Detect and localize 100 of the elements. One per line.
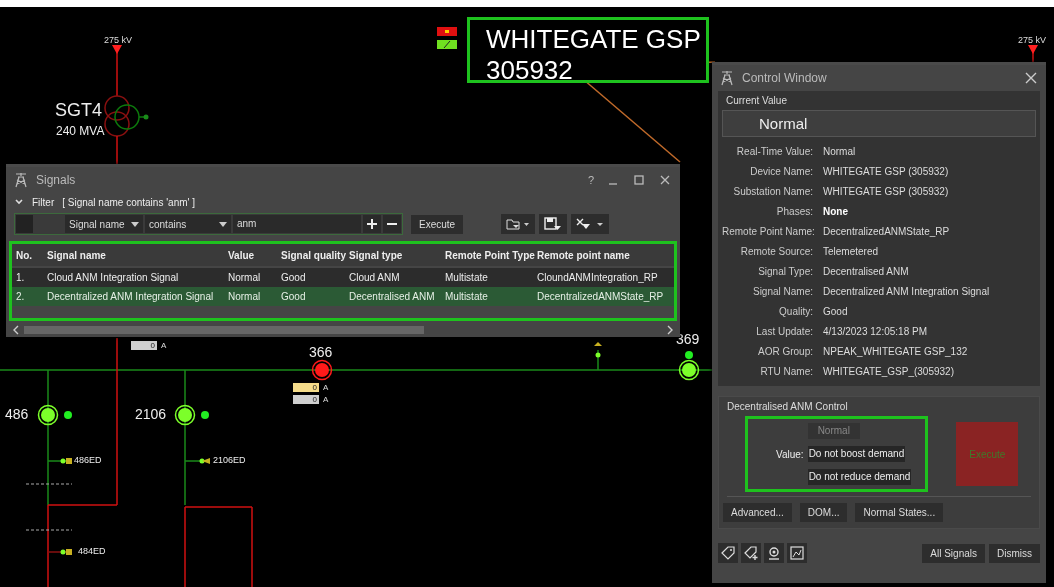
field-value: Telemetered <box>823 246 880 259</box>
column-header[interactable]: Signal name <box>43 249 224 261</box>
save-icon <box>544 217 563 231</box>
folder-filter-icon <box>506 217 531 231</box>
execute-button[interactable]: Execute <box>411 214 464 234</box>
column-header[interactable]: Signal type <box>345 249 441 261</box>
filter-value-field[interactable]: anm <box>233 215 361 233</box>
table-cell-text: CloundANMIntegration_RP <box>536 272 659 283</box>
add-condition-button[interactable] <box>363 215 381 233</box>
table-cell-text: Multistate <box>444 291 489 302</box>
plus-icon <box>367 219 377 229</box>
field-value: DecentralizedANMState_RP <box>823 226 951 239</box>
caret-icon <box>219 221 227 227</box>
field-label: Signal Name: <box>751 286 813 299</box>
field-label: Device Name: <box>749 166 813 179</box>
substation-number: 305932 <box>486 55 574 86</box>
breaker-label: 486 <box>5 406 29 422</box>
action-button[interactable]: DOM... <box>799 503 848 522</box>
tag-add-button[interactable] <box>741 543 761 563</box>
action-button[interactable]: Normal States... <box>855 503 944 522</box>
section-label: Decentralised ANM Control <box>726 400 849 414</box>
status-dot-icon <box>685 351 693 359</box>
feeder-label: 2106ED <box>213 455 246 465</box>
chart-button[interactable] <box>787 543 807 563</box>
clear-filter-button[interactable] <box>571 214 610 234</box>
scroll-right-icon[interactable] <box>666 325 674 335</box>
remove-condition-button[interactable] <box>383 215 401 233</box>
meter-indicator-icon <box>437 40 457 49</box>
action-button[interactable]: Advanced... <box>723 503 792 522</box>
operator-dropdown[interactable]: contains <box>145 215 231 233</box>
column-header[interactable]: No. <box>12 249 43 261</box>
field-label: Phases: <box>775 206 813 219</box>
maximize-icon[interactable] <box>632 173 646 187</box>
voltage-label: 275 kV <box>104 35 133 45</box>
field-value: Decentralized ANM Integration Signal <box>823 286 991 299</box>
field-dropdown[interactable]: Signal name <box>65 215 143 233</box>
status-dot-icon <box>201 411 209 419</box>
tower-icon <box>720 70 734 86</box>
condition-checkbox[interactable] <box>16 215 33 233</box>
field-value: Normal <box>823 146 857 159</box>
table-cell-text: Decentralised ANM <box>348 291 436 302</box>
column-header[interactable]: Signal quality <box>277 249 345 261</box>
tag-add-icon <box>743 545 759 561</box>
table-cell-text: DecentralizedANMState_RP <box>536 291 665 302</box>
current-value: 0 <box>293 395 319 404</box>
scroll-left-icon[interactable] <box>12 325 20 335</box>
field-label: Substation Name: <box>732 186 813 199</box>
substation-name: WHITEGATE GSP <box>486 24 702 55</box>
chart-icon <box>789 545 805 561</box>
alarm-indicator-icon <box>437 27 457 36</box>
field-label: Signal Type: <box>757 266 813 279</box>
field-value: Good <box>823 306 849 319</box>
table-cell-text: Decentralized ANM Integration Signal <box>46 291 215 302</box>
table-cell-text: Cloud ANM <box>348 272 401 283</box>
transformer-rating: 240 MVA <box>56 124 105 138</box>
value-label: Value: <box>776 448 804 460</box>
close-icon[interactable] <box>658 173 672 187</box>
clear-filter-icon <box>576 217 605 231</box>
scrollbar-thumb[interactable] <box>24 326 424 334</box>
filter-summary: [ Signal name contains 'anm' ] <box>62 196 195 208</box>
feeder-label: 484ED <box>78 546 106 556</box>
value-option-button[interactable]: Do not boost demand <box>807 446 906 462</box>
table-row[interactable]: 1. Cloud ANM Integration Signal Normal Good Cloud ANM Multistate CloundANMIntegration_RP <box>12 268 674 287</box>
transformer-name: SGT4 <box>55 100 102 121</box>
field-value: Decentralised ANM <box>823 266 910 279</box>
field-value: WHITEGATE_GSP_(305932) <box>823 366 955 379</box>
save-filter-button[interactable] <box>539 214 568 234</box>
webcam-button[interactable] <box>764 543 784 563</box>
field-value: NPEAK_WHITEGATE GSP_132 <box>823 346 969 359</box>
field-label: Quality: <box>778 306 813 319</box>
current-unit: A <box>323 383 329 392</box>
value-option-button[interactable]: Do not reduce demand <box>807 469 912 485</box>
footer-button[interactable]: All Signals <box>922 543 985 563</box>
table-cell-text: Good <box>280 272 307 283</box>
voltage-label: 275 kV <box>1018 35 1047 45</box>
section-label: Current Value <box>725 94 788 108</box>
column-header[interactable]: Value <box>224 249 277 261</box>
filter-folder-button[interactable] <box>501 214 536 234</box>
filter-label[interactable]: Filter <box>32 196 55 208</box>
help-button[interactable]: ? <box>587 174 594 186</box>
tag-button[interactable] <box>718 543 738 563</box>
tower-icon <box>14 172 28 188</box>
close-icon[interactable] <box>1024 71 1038 85</box>
current-unit: A <box>323 395 329 404</box>
field-value: None <box>823 206 849 219</box>
column-header[interactable]: Remote Point Type <box>441 249 533 261</box>
chevron-icon[interactable] <box>14 197 24 207</box>
current-value: 0 <box>293 383 319 392</box>
footer-button[interactable]: Dismiss <box>989 543 1040 563</box>
current-value-display: Normal <box>722 110 1036 137</box>
field-label: Real-Time Value: <box>735 146 813 159</box>
breaker-label: 2106 <box>135 406 167 422</box>
field-label: RTU Name: <box>759 366 813 379</box>
field-value: 4/13/2023 12:05:18 PM <box>823 326 928 339</box>
table-cell-text: Normal <box>227 291 262 302</box>
status-dot-icon <box>64 411 72 419</box>
window-title: Control Window <box>742 71 828 85</box>
table-row[interactable]: 2. Decentralized ANM Integration Signal Normal Good Decentralised ANM Multistate DecentralizedANMState_RP <box>12 287 674 306</box>
breaker-label: 366 <box>309 344 333 360</box>
table-cell-text: 1. <box>15 272 26 283</box>
